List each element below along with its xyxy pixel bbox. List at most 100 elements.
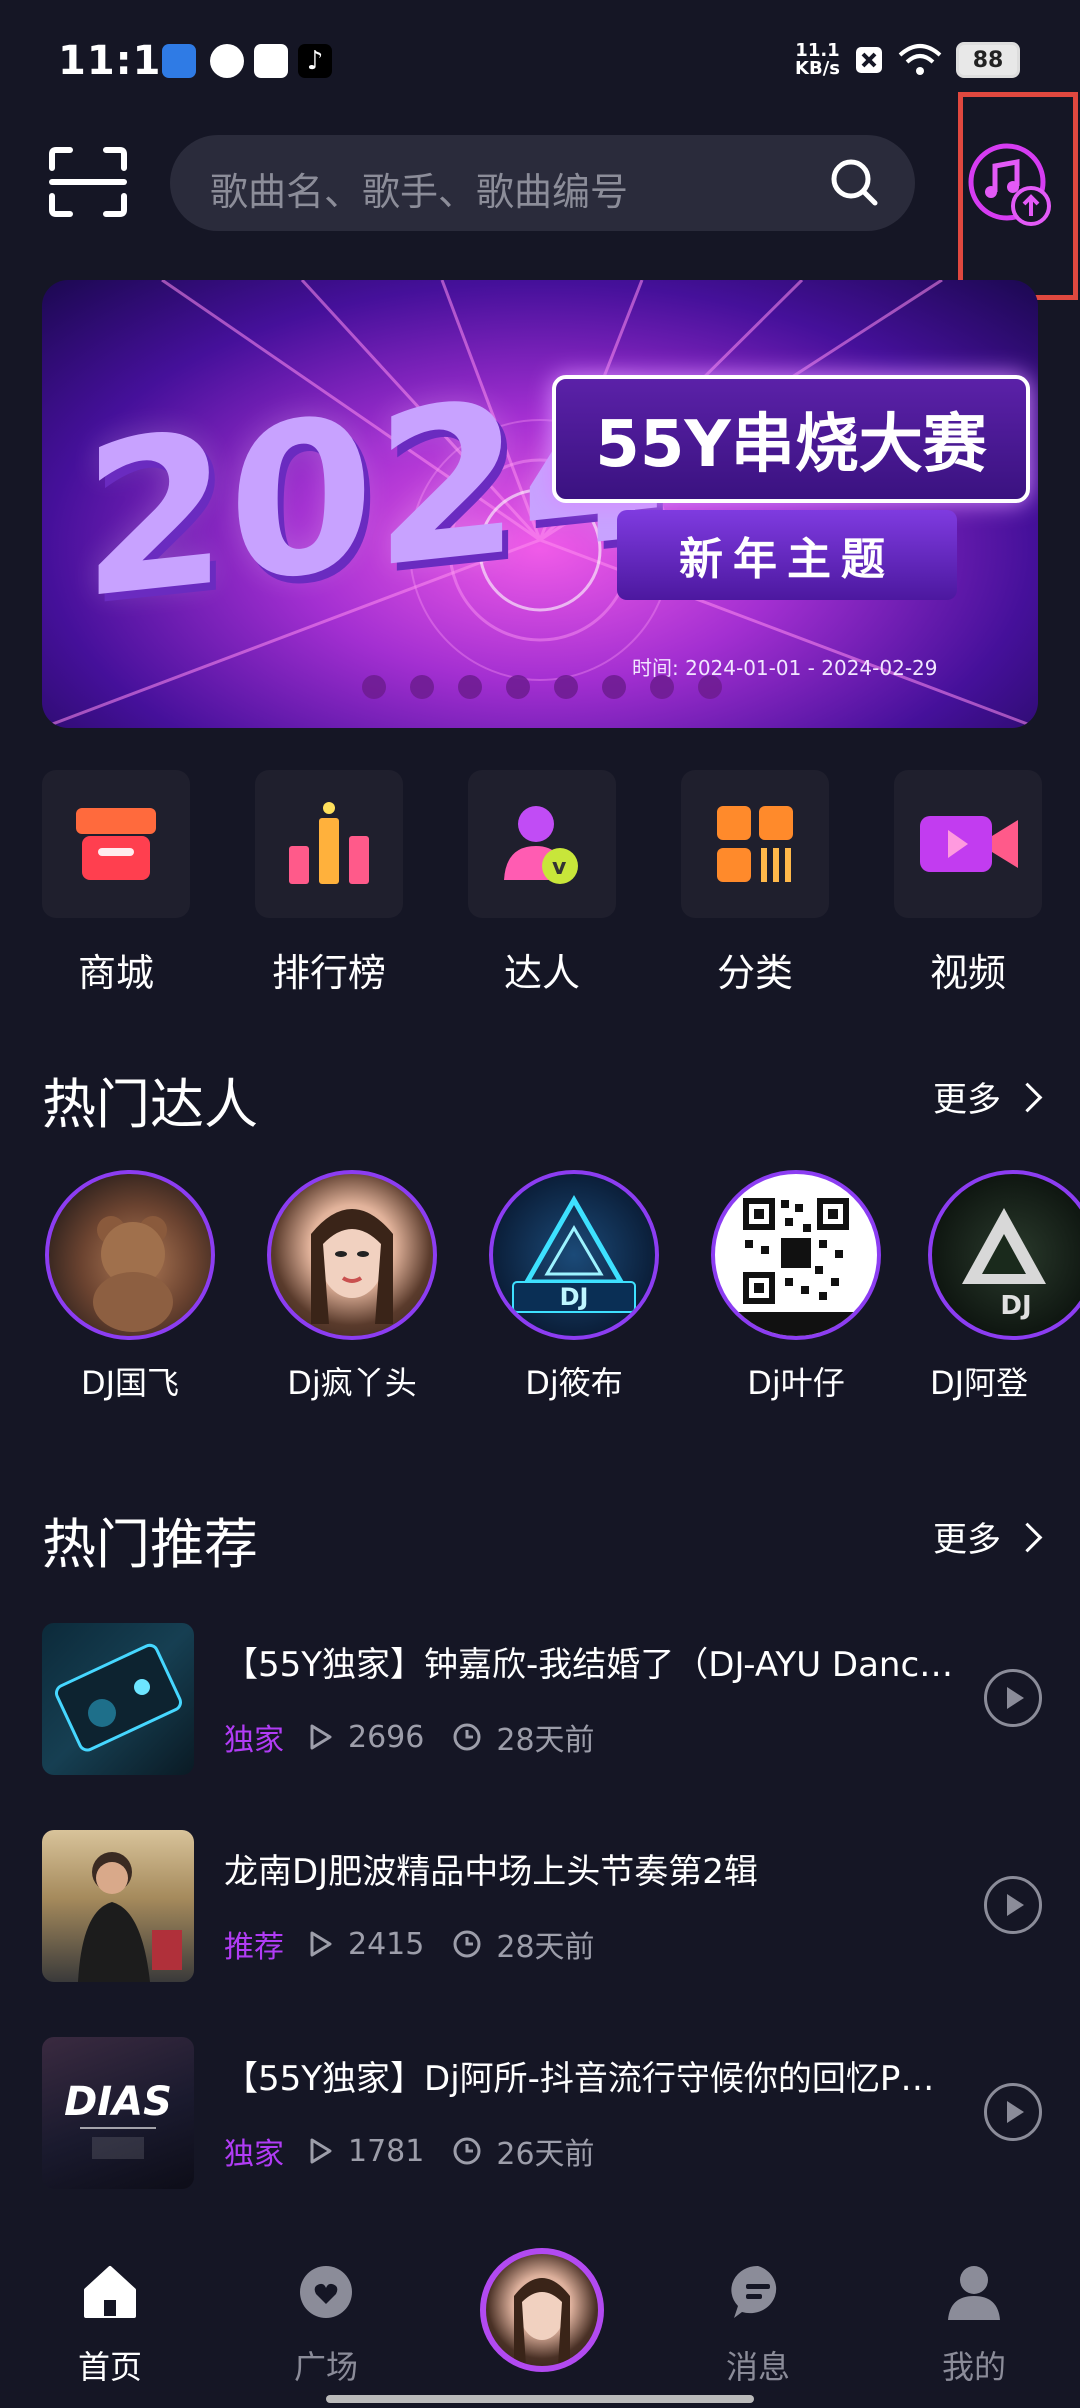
play-icon: [1007, 2101, 1024, 2123]
wifi-icon: [898, 44, 942, 75]
status-bar: 11:10 ♪ 11.1 KB/s 88: [0, 0, 1080, 120]
pagination-dot[interactable]: [602, 675, 626, 699]
menu-video[interactable]: 视频: [894, 770, 1042, 997]
pagination-dot[interactable]: [506, 675, 530, 699]
play-button[interactable]: [984, 2083, 1042, 2141]
chevron-right-icon: [1012, 1522, 1043, 1553]
play-count: 1781: [348, 2133, 425, 2169]
tab-plaza[interactable]: 广场: [256, 2260, 396, 2388]
talent-name: Dj筱布: [525, 1364, 623, 1402]
talent-item[interactable]: Dj叶仔: [706, 1170, 886, 1404]
play-button[interactable]: [984, 1876, 1042, 1934]
menu-talent[interactable]: v 达人: [468, 770, 616, 997]
now-playing-avatar[interactable]: [480, 2248, 604, 2372]
tab-label: 广场: [293, 2348, 358, 2386]
play-count-icon: [310, 1931, 332, 1957]
avatar: [267, 1170, 437, 1340]
svg-text:DIAS: DIAS: [64, 2079, 172, 2125]
play-icon: [1007, 1687, 1024, 1709]
hot-recommend-more[interactable]: 更多: [933, 1512, 1043, 1561]
search-input[interactable]: 歌曲名、歌手、歌曲编号: [170, 135, 915, 231]
svg-text:v: v: [552, 855, 567, 880]
clock-icon: [453, 2137, 481, 2165]
menu-label: 分类: [716, 951, 793, 995]
clock-icon: [453, 1930, 481, 1958]
svg-text:DJ: DJ: [1000, 1291, 1031, 1321]
talent-item[interactable]: DJ DJ阿登: [928, 1170, 1080, 1404]
song-item[interactable]: 龙南DJ肥波精品中场上头节奏第2辑 推荐 2415 28天前: [42, 1830, 1042, 1985]
pagination-dot[interactable]: [410, 675, 434, 699]
song-meta: 推荐 2415 28天前: [224, 1922, 595, 1966]
banner-pagination[interactable]: [362, 675, 722, 699]
play-count-icon: [310, 1724, 332, 1750]
menu-label: 商城: [77, 951, 154, 995]
talent-item[interactable]: DJ国飞: [40, 1170, 220, 1404]
song-item[interactable]: 【55Y独家】钟嘉欣-我结婚了（DJ-AYU Dance… 独家 2696 28…: [42, 1623, 1042, 1778]
play-count: 2415: [348, 1926, 425, 1962]
song-meta: 独家 2696 28天前: [224, 1715, 595, 1759]
talent-name: Dj叶仔: [747, 1364, 845, 1402]
menu-ranking[interactable]: 排行榜: [255, 770, 403, 997]
tab-label: 我的: [941, 2348, 1006, 2386]
profile-icon: [948, 2266, 1000, 2320]
song-title: 【55Y独家】Dj阿所-抖音流行守候你的回忆P…: [224, 2059, 935, 2099]
banner-title: 55Y串烧大赛: [552, 375, 1030, 503]
pagination-dot[interactable]: [458, 675, 482, 699]
promo-banner[interactable]: 2024 55Y串烧大赛 新年主题 时间: 2024-01-01 - 2024-…: [42, 280, 1038, 728]
tiktok-icon: ♪: [298, 44, 332, 78]
mail-notification-icon: [254, 44, 288, 78]
song-title: 龙南DJ肥波精品中场上头节奏第2辑: [224, 1852, 758, 1892]
song-cover: [42, 1623, 194, 1775]
pagination-dot[interactable]: [362, 675, 386, 699]
home-indicator: [326, 2395, 754, 2403]
pagination-dot[interactable]: [698, 675, 722, 699]
network-speed: 11.1 KB/s: [795, 40, 840, 79]
status-right: 11.1 KB/s 88: [795, 42, 1020, 78]
tab-messages[interactable]: 消息: [688, 2260, 828, 2388]
talent-name: DJ国飞: [80, 1364, 180, 1402]
banner-subtitle: 新年主题: [617, 510, 957, 600]
song-time: 26天前: [496, 2137, 595, 2172]
song-time: 28天前: [496, 1930, 595, 1965]
play-icon: [1007, 1894, 1024, 1916]
svg-text:DJ: DJ: [560, 1283, 589, 1311]
music-upload-icon[interactable]: [965, 140, 1055, 230]
search-icon[interactable]: [829, 157, 879, 207]
battery-indicator: 88: [956, 42, 1020, 78]
message-icon: [731, 2265, 777, 2318]
talent-item[interactable]: DJ Dj筱布: [484, 1170, 664, 1404]
home-icon: [84, 2266, 136, 2318]
talent-item[interactable]: Dj疯丫头: [262, 1170, 442, 1404]
hot-talents-more[interactable]: 更多: [933, 1072, 1043, 1121]
tab-home[interactable]: 首页: [40, 2260, 180, 2388]
no-sim-icon: [856, 47, 882, 73]
app-notification-icon: [162, 44, 196, 78]
hot-recommend-title: 热门推荐: [42, 1513, 258, 1576]
pagination-dot[interactable]: [554, 675, 578, 699]
song-meta: 独家 1781 26天前: [224, 2129, 595, 2173]
song-cover: [42, 1830, 194, 1982]
menu-store[interactable]: 商城: [42, 770, 190, 997]
plaza-icon: [300, 2266, 352, 2318]
category-icon: [681, 770, 829, 918]
menu-label: 视频: [929, 951, 1006, 995]
pagination-dot[interactable]: [650, 675, 674, 699]
menu-category[interactable]: 分类: [681, 770, 829, 997]
store-icon: [42, 770, 190, 918]
song-tag: 独家: [224, 1723, 284, 1758]
chevron-right-icon: [1012, 1082, 1043, 1113]
song-time: 28天前: [496, 1723, 595, 1758]
song-tag: 推荐: [224, 1930, 284, 1965]
play-count: 2696: [348, 1719, 425, 1755]
play-count-icon: [310, 2138, 332, 2164]
tab-mine[interactable]: 我的: [904, 2260, 1044, 2388]
scan-icon[interactable]: [48, 146, 128, 218]
search-placeholder: 歌曲名、歌手、歌曲编号: [210, 170, 629, 214]
play-button[interactable]: [984, 1669, 1042, 1727]
tab-label: 首页: [77, 2348, 142, 2386]
app-notification-icon: [210, 44, 244, 78]
talent-name: Dj疯丫头: [287, 1364, 417, 1402]
clock-icon: [453, 1723, 481, 1751]
avatar: DJ: [489, 1170, 659, 1340]
song-item[interactable]: DIAS 【55Y独家】Dj阿所-抖音流行守候你的回忆P… 独家 1781 26…: [42, 2037, 1042, 2192]
